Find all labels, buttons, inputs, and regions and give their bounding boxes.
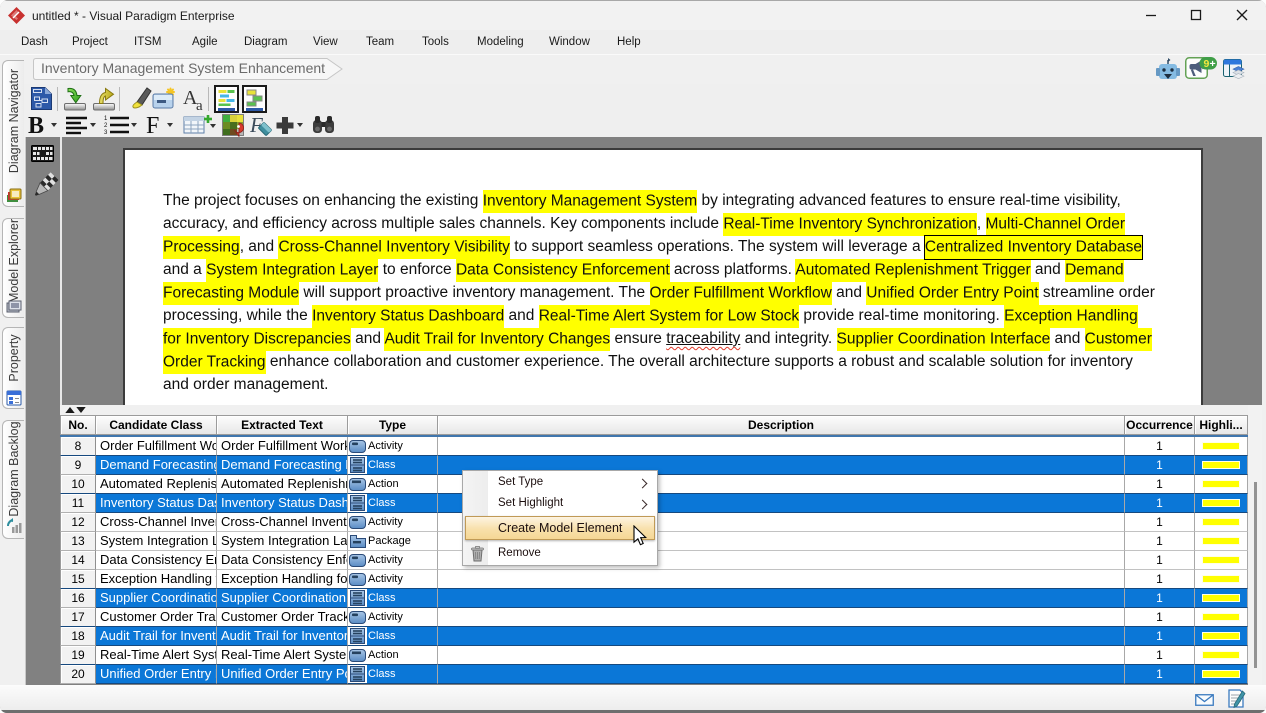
svg-text:3: 3 bbox=[104, 130, 108, 136]
svg-text:1: 1 bbox=[104, 116, 108, 122]
svg-text:a: a bbox=[196, 98, 203, 112]
svg-text:B: B bbox=[28, 114, 44, 137]
svg-text:F: F bbox=[146, 114, 159, 137]
svg-text:+: + bbox=[1210, 58, 1216, 70]
svg-text:2: 2 bbox=[104, 123, 108, 129]
